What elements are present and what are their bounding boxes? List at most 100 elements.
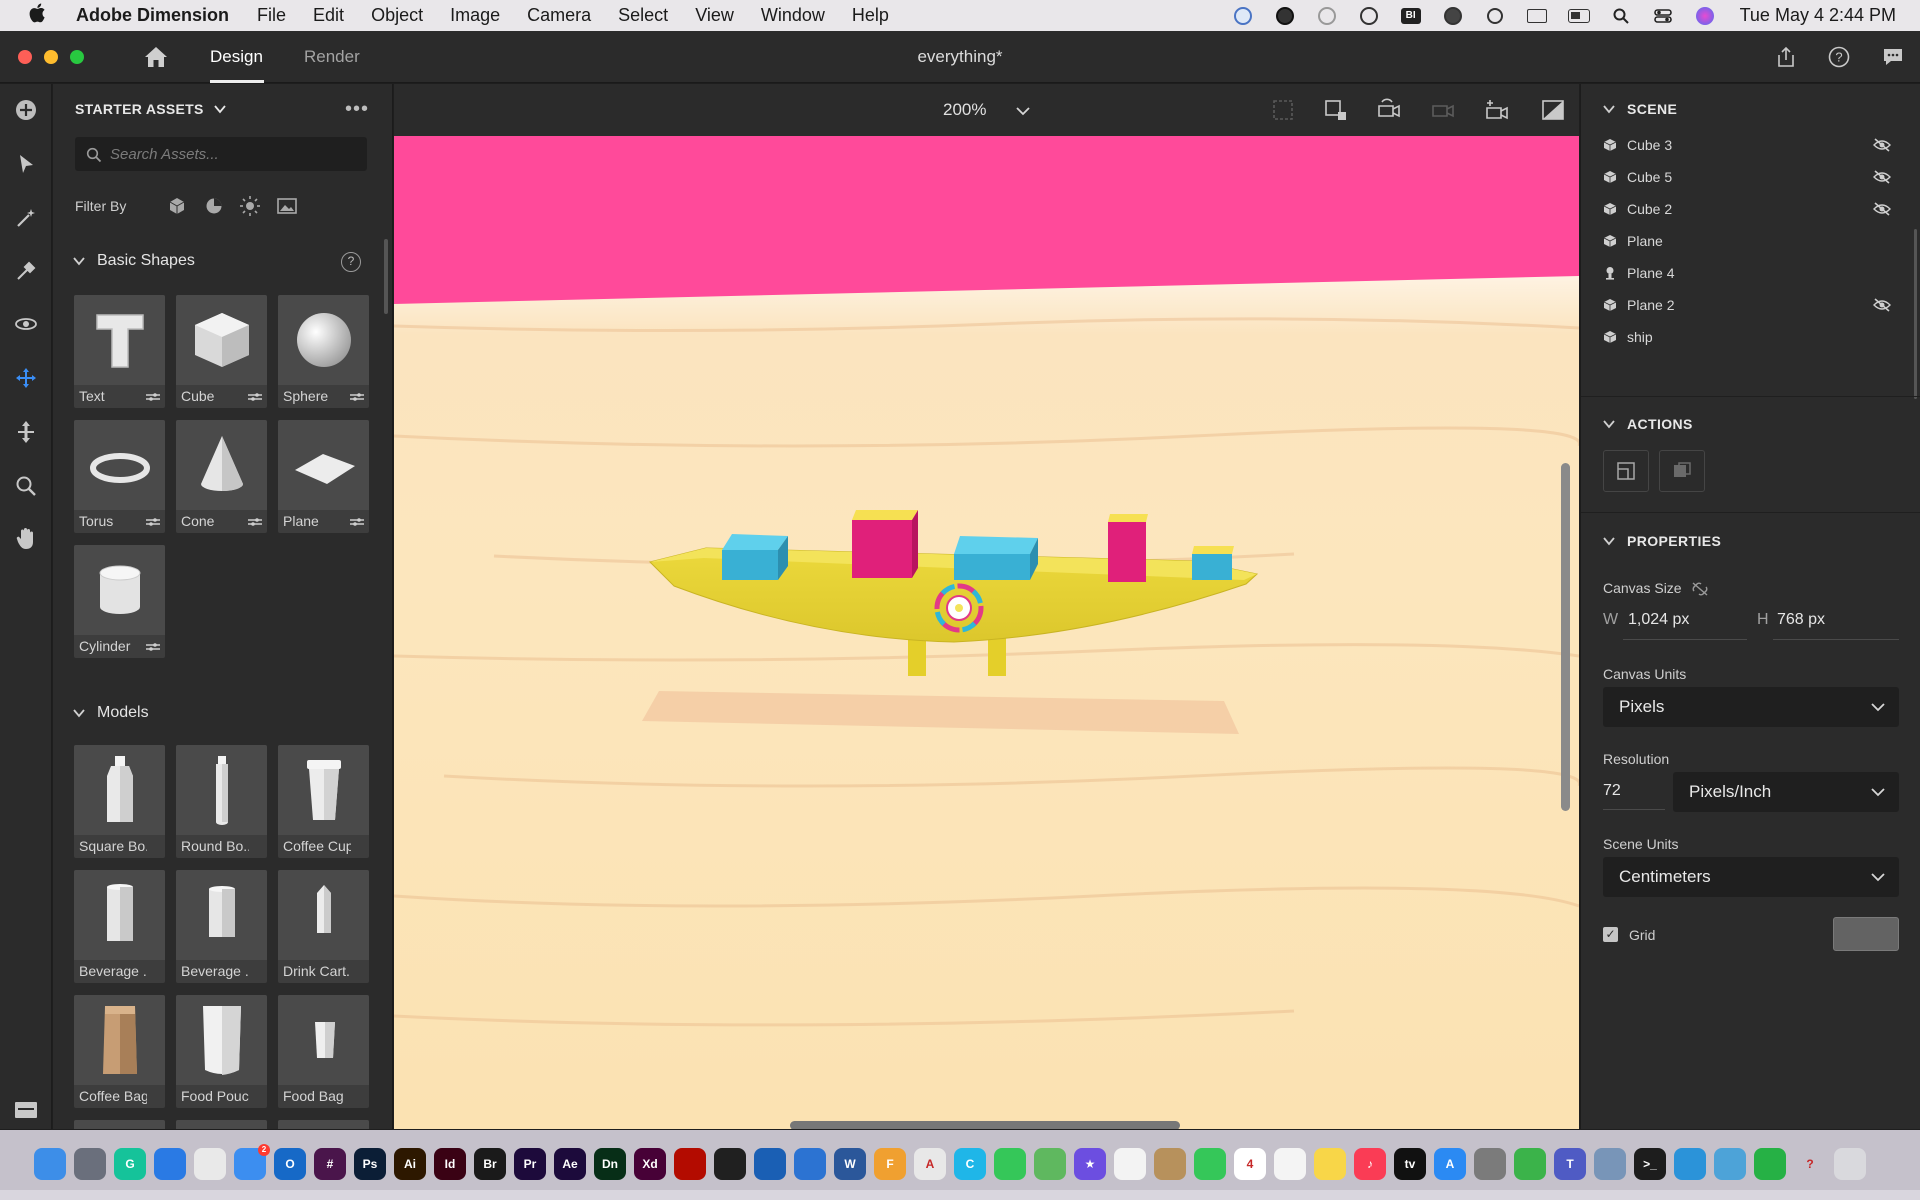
keyboard-status-icon[interactable] xyxy=(1526,7,1548,25)
camera-delete-icon[interactable] xyxy=(1430,98,1456,122)
dock-reminders-icon[interactable] xyxy=(1274,1148,1306,1180)
camera-bookmark-icon[interactable] xyxy=(1376,98,1402,122)
dropbox-status-icon[interactable] xyxy=(1358,6,1380,25)
dock-xd-icon[interactable]: Xd xyxy=(634,1148,666,1180)
asset-tile-cube[interactable]: Cube xyxy=(176,295,267,408)
zoom-level[interactable]: 200% xyxy=(943,100,986,120)
dock-illustrator-icon[interactable]: Ai xyxy=(394,1148,426,1180)
ship-leg[interactable] xyxy=(988,636,1006,676)
dock-terminal-icon[interactable] xyxy=(714,1148,746,1180)
asset-options-icon[interactable] xyxy=(248,392,262,402)
dock-help-icon[interactable]: ? xyxy=(1794,1148,1826,1180)
eye-hidden-icon[interactable] xyxy=(1873,202,1891,216)
vertical-scrollbar[interactable] xyxy=(1561,463,1570,811)
panel-toggle-icon[interactable] xyxy=(12,1096,40,1124)
dock-facetime-icon[interactable] xyxy=(994,1148,1026,1180)
sync-status-icon[interactable] xyxy=(1316,6,1338,25)
control-center-icon[interactable] xyxy=(1652,7,1674,25)
dock-numbers-icon[interactable] xyxy=(1754,1148,1786,1180)
bi-status-icon[interactable]: BI xyxy=(1400,7,1422,25)
dock-app-store-icon[interactable]: A xyxy=(1434,1148,1466,1180)
ship-leg[interactable] xyxy=(908,636,926,676)
menu-view[interactable]: View xyxy=(695,5,734,26)
dock-dimension-icon[interactable]: Dn xyxy=(594,1148,626,1180)
move-tool-icon[interactable] xyxy=(12,364,40,392)
dock-launchpad-icon[interactable] xyxy=(74,1148,106,1180)
dock-fusion-icon[interactable]: F xyxy=(874,1148,906,1180)
share-icon[interactable] xyxy=(1775,46,1797,68)
dock-quicktime-icon[interactable] xyxy=(1674,1148,1706,1180)
asset-tile-round-bottle[interactable]: Round Bo... xyxy=(176,745,267,858)
render-preview-icon[interactable] xyxy=(1540,98,1566,122)
dock-system-preferences-icon[interactable] xyxy=(1474,1148,1506,1180)
eye-hidden-icon[interactable] xyxy=(1873,138,1891,152)
dock-grammarly-icon[interactable]: G xyxy=(114,1148,146,1180)
feedback-icon[interactable] xyxy=(1882,46,1904,68)
canvas-units-dropdown[interactable]: Pixels xyxy=(1603,687,1899,727)
dock-canva-icon[interactable]: C xyxy=(954,1148,986,1180)
apple-menu-icon[interactable] xyxy=(28,3,50,29)
dock-photos-icon[interactable] xyxy=(1114,1148,1146,1180)
dock-monitor-icon[interactable] xyxy=(1714,1148,1746,1180)
creative-cloud-status-icon[interactable] xyxy=(1274,6,1296,25)
asset-tile-partial[interactable] xyxy=(278,1120,369,1129)
dock-indesign-icon[interactable]: Id xyxy=(434,1148,466,1180)
scene-item-plane-2[interactable]: Plane 2 xyxy=(1603,293,1903,317)
menu-window[interactable]: Window xyxy=(761,5,825,26)
asset-tile-food-pouch[interactable]: Food Pouch xyxy=(176,995,267,1108)
hand-tool-icon[interactable] xyxy=(12,525,40,553)
scene-item-cube-3[interactable]: Cube 3 xyxy=(1603,133,1903,157)
menu-camera[interactable]: Camera xyxy=(527,5,591,26)
canvas-width-field[interactable]: 1,024 px xyxy=(1628,611,1689,629)
asset-tile-cylinder[interactable]: Cylinder xyxy=(74,545,165,658)
select-tool-icon[interactable] xyxy=(12,150,40,178)
magic-wand-icon[interactable] xyxy=(12,204,40,232)
menu-object[interactable]: Object xyxy=(371,5,423,26)
asset-options-icon[interactable] xyxy=(146,517,160,527)
filter-materials-icon[interactable] xyxy=(203,195,225,217)
unlink-icon[interactable] xyxy=(1691,581,1709,597)
frame-selection-icon[interactable] xyxy=(1270,98,1296,122)
asset-options-icon[interactable] xyxy=(146,642,160,652)
basic-shapes-section-header[interactable]: Basic Shapes xyxy=(73,252,195,270)
scene-item-plane-4[interactable]: Plane 4 xyxy=(1603,261,1903,285)
dolly-tool-icon[interactable] xyxy=(12,418,40,446)
close-window-button[interactable] xyxy=(18,50,32,64)
dock-slack-icon[interactable]: # xyxy=(314,1148,346,1180)
more-options-icon[interactable]: ••• xyxy=(345,98,369,121)
dock-autocad-icon[interactable]: A xyxy=(914,1148,946,1180)
battery-icon[interactable] xyxy=(1567,7,1590,25)
add-content-icon[interactable] xyxy=(12,96,40,124)
dock-acrobat-icon[interactable] xyxy=(674,1148,706,1180)
dock-after-effects-icon[interactable]: Ae xyxy=(554,1148,586,1180)
dock-imovie-icon[interactable]: ★ xyxy=(1074,1148,1106,1180)
asset-options-icon[interactable] xyxy=(146,392,160,402)
grid-checkbox[interactable]: ✓ xyxy=(1603,927,1618,942)
dock-notes-icon[interactable] xyxy=(1314,1148,1346,1180)
asset-tile-beverage-can-1[interactable]: Beverage ... xyxy=(74,870,165,983)
dock-messages-icon[interactable] xyxy=(1194,1148,1226,1180)
menu-select[interactable]: Select xyxy=(618,5,668,26)
app-name-menu[interactable]: Adobe Dimension xyxy=(76,5,229,26)
canvas-height-field[interactable]: 768 px xyxy=(1777,611,1825,629)
actions-section-header[interactable]: ACTIONS xyxy=(1603,416,1693,432)
horizontal-scrollbar[interactable] xyxy=(790,1121,1180,1129)
vpn-status-icon[interactable] xyxy=(1442,6,1464,25)
zoom-window-button[interactable] xyxy=(70,50,84,64)
asset-options-icon[interactable] xyxy=(248,517,262,527)
dock-trash-icon[interactable] xyxy=(1834,1148,1866,1180)
help-icon[interactable]: ? xyxy=(1828,46,1850,68)
scene-section-header[interactable]: SCENE xyxy=(1603,101,1677,117)
asset-options-icon[interactable] xyxy=(350,392,364,402)
dock-photoshop-icon[interactable]: Ps xyxy=(354,1148,386,1180)
dock-terminal2-icon[interactable]: >_ xyxy=(1634,1148,1666,1180)
orbit-tool-icon[interactable] xyxy=(12,310,40,338)
dock-maps-icon[interactable] xyxy=(1034,1148,1066,1180)
scene-render[interactable] xyxy=(394,136,1579,1129)
asset-tile-square-bottle[interactable]: Square Bo... xyxy=(74,745,165,858)
asset-tile-torus[interactable]: Torus xyxy=(74,420,165,533)
sample-tool-icon[interactable] xyxy=(12,257,40,285)
resolution-unit-dropdown[interactable]: Pixels/Inch xyxy=(1673,772,1899,812)
tab-render[interactable]: Render xyxy=(304,47,360,67)
asset-options-icon[interactable] xyxy=(350,517,364,527)
